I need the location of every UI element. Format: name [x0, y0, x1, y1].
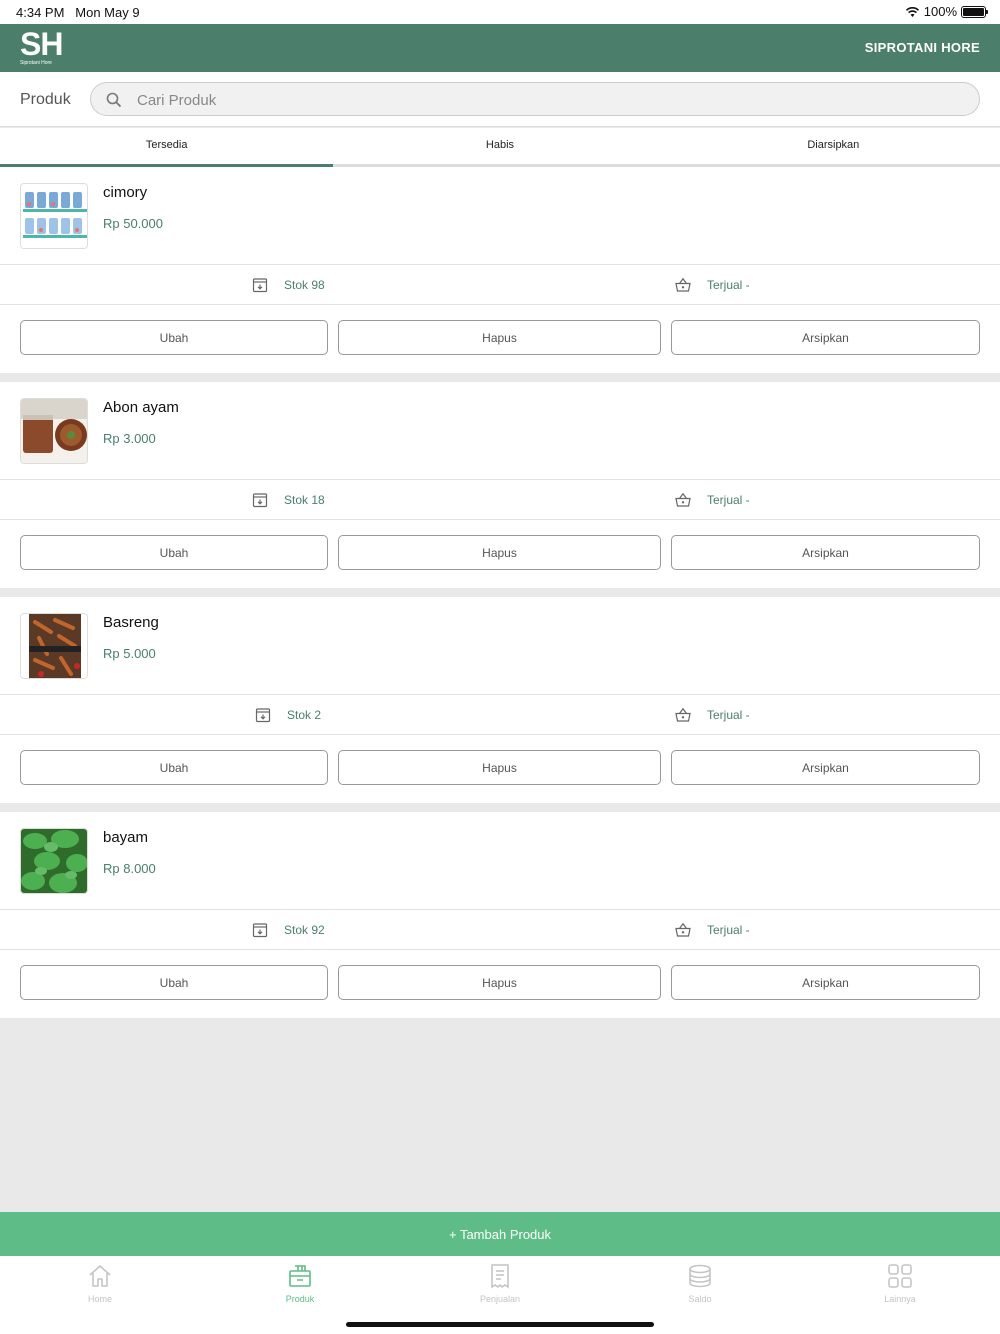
basket-icon	[675, 492, 691, 507]
product-info[interactable]: cimory Rp 50.000	[0, 167, 1000, 265]
nav-penjualan-label: Penjualan	[479, 1294, 521, 1304]
product-tabs: Tersedia Habis Diarsipkan	[0, 128, 1000, 167]
delete-button[interactable]: Hapus	[338, 535, 661, 570]
archive-button[interactable]: Arsipkan	[671, 320, 980, 355]
product-price: Rp 8.000	[103, 861, 156, 876]
product-stats: Stok 2 Terjual -	[0, 695, 1000, 735]
brand-name: SIPROTANI HORE	[864, 40, 980, 55]
stock-stat: Stok 98	[252, 277, 325, 293]
home-icon	[89, 1265, 111, 1287]
stock-text: Stok 2	[287, 708, 322, 722]
product-info[interactable]: bayam Rp 8.000	[0, 812, 1000, 910]
search-row: Produk	[0, 72, 1000, 127]
product-card: Basreng Rp 5.000 Stok 2 Terjual - Ubah H…	[0, 597, 1000, 803]
add-product-button[interactable]: + Tambah Produk	[0, 1212, 1000, 1256]
sold-stat: Terjual -	[675, 922, 750, 938]
stock-stat: Stok 18	[252, 492, 325, 508]
battery-icon	[961, 5, 988, 18]
product-actions: Ubah Hapus Arsipkan	[0, 305, 1000, 372]
tab-diarsipkan[interactable]: Diarsipkan	[667, 128, 1000, 164]
search-input[interactable]	[137, 88, 957, 112]
product-stats: Stok 18 Terjual -	[0, 480, 1000, 520]
sold-text: Terjual -	[707, 278, 750, 292]
product-image	[20, 613, 88, 679]
edit-button[interactable]: Ubah	[20, 750, 328, 785]
product-image	[20, 183, 88, 249]
stock-stat: Stok 2	[255, 707, 321, 723]
product-price: Rp 3.000	[103, 431, 156, 446]
grid-icon	[888, 1264, 912, 1288]
nav-lainnya-label: Lainnya	[884, 1294, 916, 1304]
stock-text: Stok 18	[284, 493, 325, 507]
archive-button[interactable]: Arsipkan	[671, 965, 980, 1000]
product-card: cimory Rp 50.000 Stok 98 Terjual - Ubah …	[0, 167, 1000, 373]
archive-box-icon	[255, 708, 271, 723]
product-info[interactable]: Abon ayam Rp 3.000	[0, 382, 1000, 480]
app-bar: SH Siprotani Hore SIPROTANI HORE	[0, 24, 1000, 72]
basket-icon	[675, 277, 691, 292]
coins-icon	[689, 1264, 711, 1288]
product-card: bayam Rp 8.000 Stok 92 Terjual - Ubah Ha…	[0, 812, 1000, 1018]
product-name: Basreng	[103, 614, 159, 631]
product-box-icon	[289, 1265, 311, 1287]
basket-icon	[675, 922, 691, 937]
nav-saldo-label: Saldo	[688, 1294, 712, 1304]
product-stats: Stok 92 Terjual -	[0, 910, 1000, 950]
product-actions: Ubah Hapus Arsipkan	[0, 950, 1000, 1017]
archive-box-icon	[252, 278, 268, 293]
receipt-icon	[491, 1264, 509, 1289]
status-right: 100%	[905, 4, 988, 19]
nav-home-label: Home	[87, 1294, 112, 1304]
sold-text: Terjual -	[707, 923, 750, 937]
nav-lainnya[interactable]: Lainnya	[800, 1256, 1000, 1334]
product-name: Abon ayam	[103, 399, 179, 416]
page-title: Produk	[20, 91, 71, 108]
product-stats: Stok 98 Terjual -	[0, 265, 1000, 305]
edit-button[interactable]: Ubah	[20, 535, 328, 570]
sold-stat: Terjual -	[675, 707, 750, 723]
product-card: Abon ayam Rp 3.000 Stok 18 Terjual - Uba…	[0, 382, 1000, 588]
product-list: cimory Rp 50.000 Stok 98 Terjual - Ubah …	[0, 167, 1000, 1027]
nav-home[interactable]: Home	[0, 1256, 200, 1334]
stock-text: Stok 98	[284, 278, 325, 292]
nav-produk-label: Produk	[285, 1294, 315, 1304]
product-info[interactable]: Basreng Rp 5.000	[0, 597, 1000, 695]
status-bar: 4:34 PM Mon May 9 100%	[0, 0, 1000, 24]
home-indicator[interactable]	[346, 1322, 654, 1327]
app-logo: SH Siprotani Hore	[20, 26, 63, 66]
search-icon	[106, 92, 122, 108]
product-price: Rp 5.000	[103, 646, 156, 661]
search-bar[interactable]	[90, 82, 980, 116]
sold-stat: Terjual -	[675, 277, 750, 293]
product-actions: Ubah Hapus Arsipkan	[0, 735, 1000, 802]
tab-tersedia[interactable]: Tersedia	[0, 128, 334, 167]
product-image	[20, 828, 88, 894]
sold-stat: Terjual -	[675, 492, 750, 508]
basket-icon	[675, 707, 691, 722]
sold-text: Terjual -	[707, 493, 750, 507]
product-price: Rp 50.000	[103, 216, 163, 231]
archive-button[interactable]: Arsipkan	[671, 750, 980, 785]
delete-button[interactable]: Hapus	[338, 750, 661, 785]
product-name: cimory	[103, 184, 148, 201]
delete-button[interactable]: Hapus	[338, 965, 661, 1000]
archive-box-icon	[252, 923, 268, 938]
status-time: 4:34 PM Mon May 9	[16, 5, 140, 20]
tab-habis[interactable]: Habis	[333, 128, 666, 164]
archive-button[interactable]: Arsipkan	[671, 535, 980, 570]
battery-percent: 100%	[923, 4, 957, 19]
stock-text: Stok 92	[284, 923, 325, 937]
sold-text: Terjual -	[707, 708, 750, 722]
stock-stat: Stok 92	[252, 922, 325, 938]
edit-button[interactable]: Ubah	[20, 965, 328, 1000]
wifi-icon	[905, 6, 919, 17]
product-name: bayam	[103, 829, 149, 846]
product-actions: Ubah Hapus Arsipkan	[0, 520, 1000, 587]
delete-button[interactable]: Hapus	[338, 320, 661, 355]
product-image	[20, 398, 88, 464]
archive-box-icon	[252, 493, 268, 508]
edit-button[interactable]: Ubah	[20, 320, 328, 355]
